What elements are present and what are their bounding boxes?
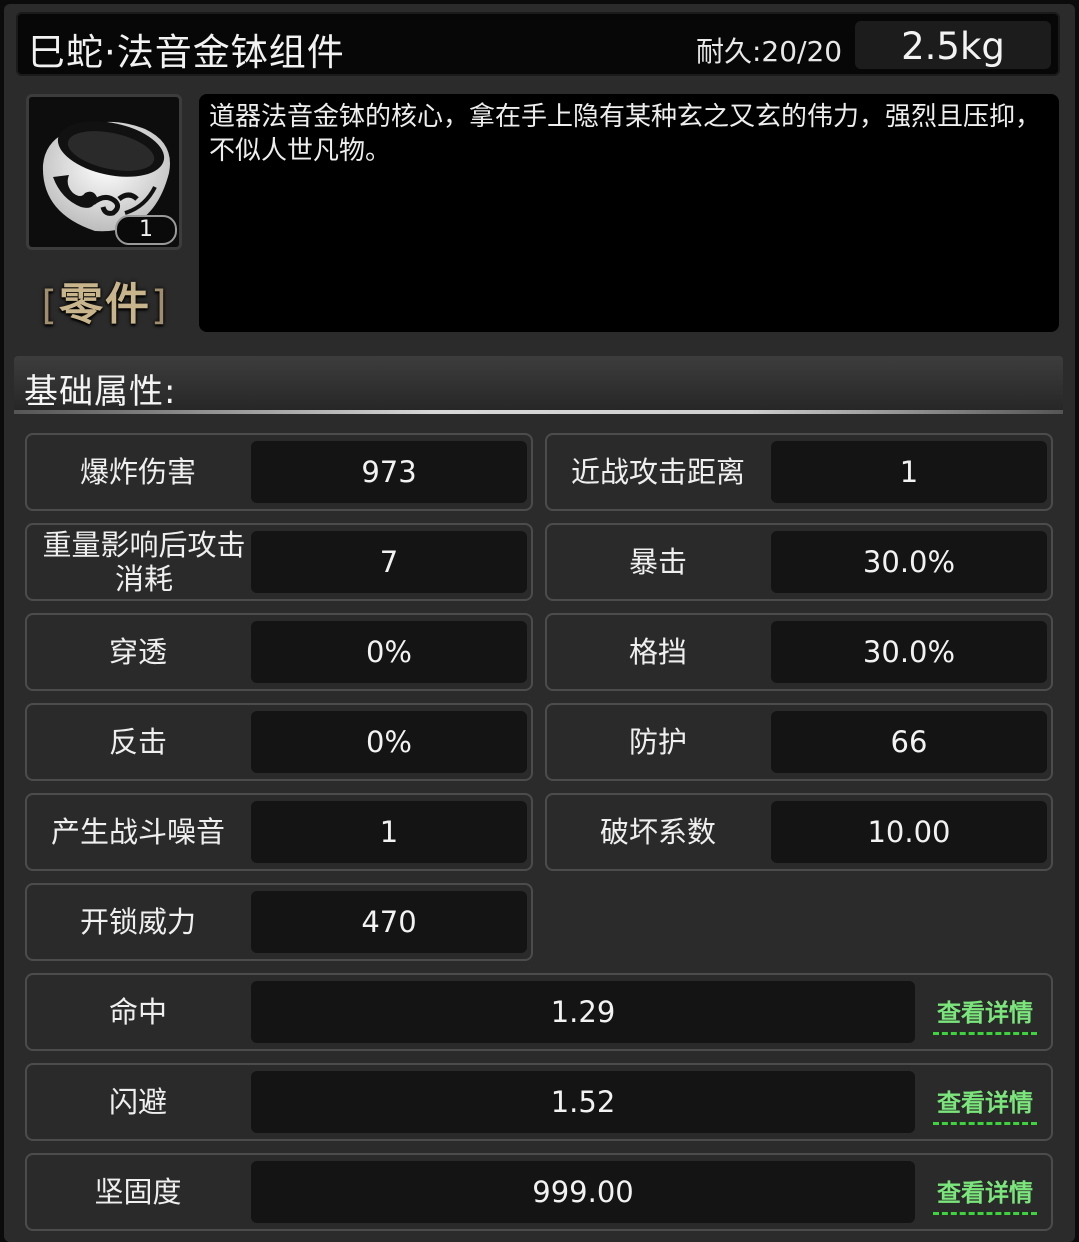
category-bracket-left: [ — [41, 283, 59, 329]
stat-label: 闪避 — [108, 1085, 167, 1119]
stat-cell: 格挡 30.0% — [545, 613, 1053, 691]
section-divider — [14, 410, 1063, 414]
category-bracket-right: ] — [151, 283, 169, 329]
item-icon-slot[interactable]: 1 — [26, 94, 182, 250]
stat-label: 爆炸伤害 — [79, 455, 196, 489]
stat-value: 999.00 — [251, 1161, 915, 1223]
stat-label: 开锁威力 — [79, 905, 196, 939]
stat-label: 命中 — [108, 995, 167, 1029]
title-bar: 巳蛇·法音金钵组件 耐久:20/20 2.5kg — [16, 12, 1060, 76]
weight-box: 2.5kg — [855, 21, 1051, 69]
stat-cell: 近战攻击距离 1 — [545, 433, 1053, 511]
detail-stat-row: 命中 1.29 查看详情 — [25, 973, 1053, 1051]
stat-value: 0% — [251, 711, 527, 773]
stat-cell: 防护 66 — [545, 703, 1053, 781]
stat-value: 1.52 — [251, 1071, 915, 1133]
description-box: 道器法音金钵的核心，拿在手上隐有某种玄之又玄的伟力，强烈且压抑，不似人世凡物。 — [199, 94, 1059, 332]
stat-cell: 反击 0% — [25, 703, 533, 781]
durability-text: 耐久:20/20 — [696, 35, 843, 68]
stat-value: 66 — [771, 711, 1047, 773]
stat-label: 产生战斗噪音 — [50, 815, 225, 849]
stat-value: 1.29 — [251, 981, 915, 1043]
stat-label: 破坏系数 — [599, 815, 716, 849]
stat-label: 坚固度 — [94, 1175, 182, 1209]
stat-cell: 暴击 30.0% — [545, 523, 1053, 601]
stat-cell: 重量影响后攻击消耗 7 — [25, 523, 533, 601]
weight-value: 2.5kg — [901, 25, 1005, 68]
stat-cell: 产生战斗噪音 1 — [25, 793, 533, 871]
stat-cell: 开锁威力 470 — [25, 883, 533, 961]
stat-value: 30.0% — [771, 531, 1047, 593]
stat-value: 1 — [251, 801, 527, 863]
item-description: 道器法音金钵的核心，拿在手上隐有某种玄之又玄的伟力，强烈且压抑，不似人世凡物。 — [209, 102, 1042, 166]
item-name: 巳蛇·法音金钵组件 — [28, 31, 345, 74]
detail-stat-row: 闪避 1.52 查看详情 — [25, 1063, 1053, 1141]
view-details-link[interactable]: 查看详情 — [933, 993, 1037, 1035]
stat-value: 10.00 — [771, 801, 1047, 863]
stat-cell: 穿透 0% — [25, 613, 533, 691]
section-header: 基础属性: — [14, 356, 1063, 412]
stat-value: 973 — [251, 441, 527, 503]
stat-value: 7 — [251, 531, 527, 593]
stat-value: 30.0% — [771, 621, 1047, 683]
view-details-link[interactable]: 查看详情 — [933, 1083, 1037, 1125]
item-category: [零件] — [30, 268, 180, 332]
stat-label: 穿透 — [108, 635, 167, 669]
detail-stat-row: 坚固度 999.00 查看详情 — [25, 1153, 1053, 1231]
stat-label: 近战攻击距离 — [570, 455, 745, 489]
item-count-badge: 1 — [115, 215, 177, 245]
category-label: 零件 — [59, 279, 151, 330]
section-title: 基础属性: — [24, 372, 177, 412]
stat-cell: 破坏系数 10.00 — [545, 793, 1053, 871]
stat-label: 重量影响后攻击消耗 — [42, 528, 246, 596]
stat-label: 防护 — [628, 725, 687, 759]
stat-value: 470 — [251, 891, 527, 953]
stat-label: 暴击 — [628, 545, 687, 579]
stat-label: 格挡 — [628, 635, 687, 669]
stat-value: 0% — [251, 621, 527, 683]
view-details-link[interactable]: 查看详情 — [933, 1173, 1037, 1215]
stat-cell: 爆炸伤害 973 — [25, 433, 533, 511]
stat-label: 反击 — [108, 725, 167, 759]
stat-value: 1 — [771, 441, 1047, 503]
